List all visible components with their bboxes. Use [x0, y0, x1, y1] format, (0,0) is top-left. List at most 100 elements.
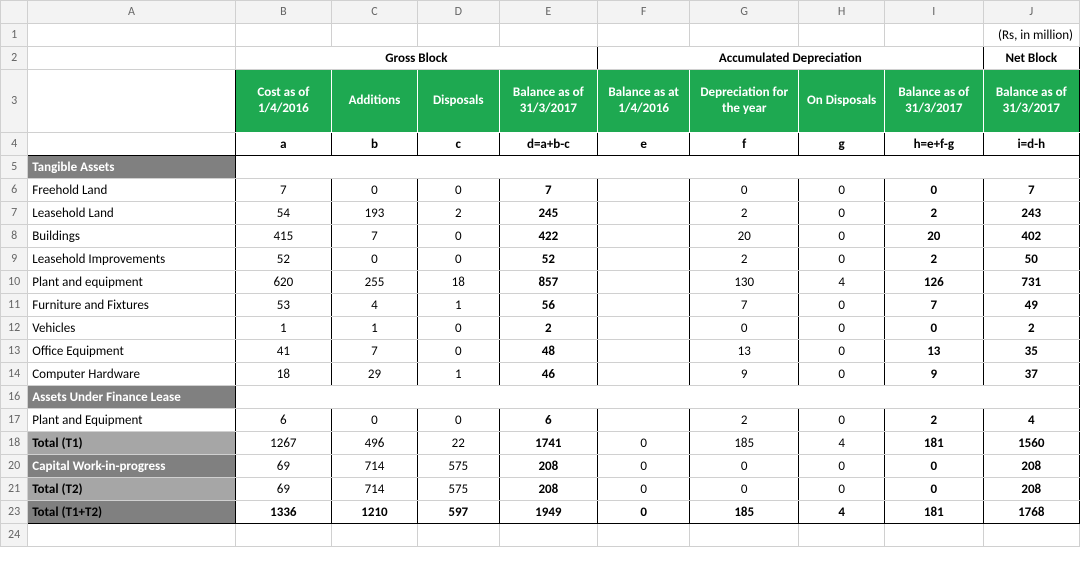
- cell[interactable]: 126: [885, 271, 983, 294]
- cell[interactable]: [28, 524, 235, 547]
- cell[interactable]: 9: [885, 363, 983, 386]
- cell[interactable]: [499, 524, 597, 547]
- cell[interactable]: 0: [885, 179, 983, 202]
- col-header[interactable]: B: [235, 1, 331, 24]
- cell[interactable]: [598, 271, 690, 294]
- formula-cell[interactable]: f: [690, 133, 799, 156]
- cell[interactable]: [28, 47, 235, 70]
- col-header[interactable]: A: [28, 1, 235, 24]
- cell[interactable]: [598, 248, 690, 271]
- cell[interactable]: 185: [690, 501, 799, 524]
- cell[interactable]: 714: [332, 455, 418, 478]
- row-header[interactable]: 11: [1, 294, 28, 317]
- row-label[interactable]: Total (T1): [28, 432, 235, 455]
- cell[interactable]: 0: [417, 225, 499, 248]
- cell[interactable]: 0: [799, 294, 885, 317]
- row-header[interactable]: 16: [1, 386, 28, 409]
- col-header[interactable]: G: [690, 1, 799, 24]
- cell[interactable]: 255: [332, 271, 418, 294]
- cell[interactable]: 0: [799, 455, 885, 478]
- cell[interactable]: 1210: [332, 501, 418, 524]
- cell[interactable]: 0: [417, 317, 499, 340]
- cell[interactable]: 415: [235, 225, 331, 248]
- cell[interactable]: [235, 156, 1079, 179]
- cell[interactable]: [499, 24, 597, 47]
- formula-cell[interactable]: i=d-h: [983, 133, 1079, 156]
- section-cwip[interactable]: Capital Work-in-progress: [28, 455, 235, 478]
- cell[interactable]: [885, 524, 983, 547]
- cell[interactable]: 0: [598, 455, 690, 478]
- cell[interactable]: 0: [799, 363, 885, 386]
- cell[interactable]: 1: [417, 363, 499, 386]
- col-header[interactable]: E: [499, 1, 597, 24]
- cell[interactable]: 54: [235, 202, 331, 225]
- cell[interactable]: 48: [499, 340, 597, 363]
- cell[interactable]: [598, 225, 690, 248]
- cell[interactable]: [690, 24, 799, 47]
- cell[interactable]: 0: [690, 179, 799, 202]
- cell[interactable]: [885, 24, 983, 47]
- cell[interactable]: 422: [499, 225, 597, 248]
- row-label[interactable]: Office Equipment: [28, 340, 235, 363]
- cell[interactable]: 0: [690, 317, 799, 340]
- cell[interactable]: 37: [983, 363, 1079, 386]
- cell[interactable]: [598, 24, 690, 47]
- cell[interactable]: 0: [332, 179, 418, 202]
- group-header-gross[interactable]: Gross Block: [235, 47, 597, 70]
- cell[interactable]: 0: [332, 248, 418, 271]
- cell[interactable]: 1: [332, 317, 418, 340]
- row-header[interactable]: 20: [1, 455, 28, 478]
- cell[interactable]: 208: [499, 478, 597, 501]
- cell[interactable]: 13: [690, 340, 799, 363]
- formula-cell[interactable]: d=a+b-c: [499, 133, 597, 156]
- cell[interactable]: [598, 179, 690, 202]
- cell[interactable]: [598, 294, 690, 317]
- cell[interactable]: 181: [885, 501, 983, 524]
- cell[interactable]: 7: [983, 179, 1079, 202]
- col-title-accum-bal[interactable]: Balance as of 31/3/2017: [885, 70, 983, 133]
- cell[interactable]: 2: [499, 317, 597, 340]
- cell[interactable]: 620: [235, 271, 331, 294]
- cell[interactable]: 7: [499, 179, 597, 202]
- cell[interactable]: 2: [690, 248, 799, 271]
- col-title-net-bal[interactable]: Balance as of 31/3/2017: [983, 70, 1079, 133]
- cell[interactable]: 185: [690, 432, 799, 455]
- cell[interactable]: 50: [983, 248, 1079, 271]
- cell[interactable]: 0: [799, 248, 885, 271]
- cell[interactable]: 208: [499, 455, 597, 478]
- cell[interactable]: 0: [598, 478, 690, 501]
- cell[interactable]: 0: [598, 432, 690, 455]
- cell[interactable]: 575: [417, 455, 499, 478]
- cell[interactable]: 575: [417, 478, 499, 501]
- cell[interactable]: 56: [499, 294, 597, 317]
- cell[interactable]: 0: [417, 248, 499, 271]
- cell[interactable]: 2: [885, 409, 983, 432]
- cell[interactable]: [235, 386, 1079, 409]
- cell[interactable]: [799, 524, 885, 547]
- col-header[interactable]: J: [983, 1, 1079, 24]
- cell[interactable]: 1768: [983, 501, 1079, 524]
- row-header[interactable]: 17: [1, 409, 28, 432]
- cell[interactable]: 0: [799, 409, 885, 432]
- row-label[interactable]: Computer Hardware: [28, 363, 235, 386]
- cell[interactable]: 245: [499, 202, 597, 225]
- cell[interactable]: 0: [417, 179, 499, 202]
- cell[interactable]: 46: [499, 363, 597, 386]
- cell[interactable]: 857: [499, 271, 597, 294]
- cell[interactable]: 4: [799, 501, 885, 524]
- col-title-on-disp[interactable]: On Disposals: [799, 70, 885, 133]
- cell[interactable]: 29: [332, 363, 418, 386]
- cell[interactable]: 7: [332, 225, 418, 248]
- cell[interactable]: 53: [235, 294, 331, 317]
- cell[interactable]: 4: [799, 271, 885, 294]
- cell[interactable]: 0: [799, 478, 885, 501]
- cell[interactable]: 6: [499, 409, 597, 432]
- row-label[interactable]: Furniture and Fixtures: [28, 294, 235, 317]
- cell[interactable]: 69: [235, 478, 331, 501]
- cell[interactable]: 1267: [235, 432, 331, 455]
- cell[interactable]: 52: [499, 248, 597, 271]
- col-title-cost[interactable]: Cost as of 1/4/2016: [235, 70, 331, 133]
- cell[interactable]: [28, 24, 235, 47]
- row-header[interactable]: 23: [1, 501, 28, 524]
- cell[interactable]: 4: [983, 409, 1079, 432]
